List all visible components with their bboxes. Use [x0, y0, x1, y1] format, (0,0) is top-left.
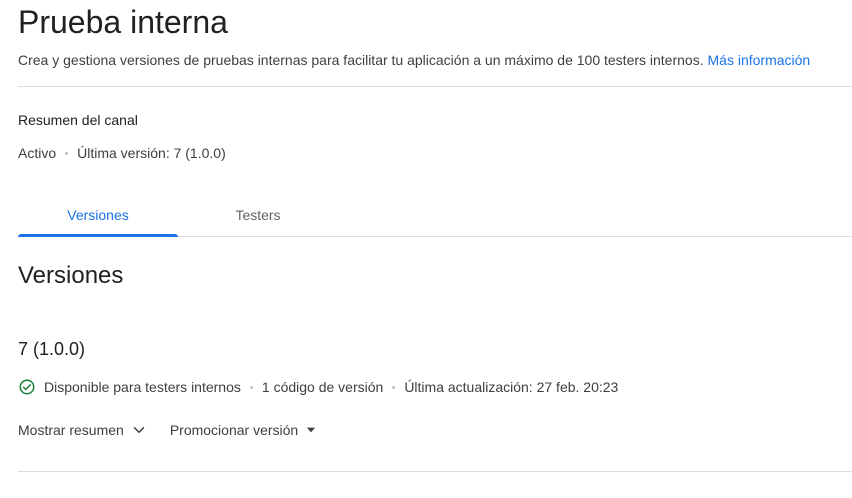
tab-bar: Versiones Testers: [18, 196, 852, 237]
release-name: 7 (1.0.0): [18, 339, 86, 359]
separator-dot: [392, 385, 396, 389]
release-last-updated: Última actualización: 27 feb. 20:23: [404, 379, 619, 395]
show-summary-label: Mostrar resumen: [18, 422, 124, 438]
separator-dot: [65, 151, 69, 155]
tab-versions-label: Versiones: [67, 207, 129, 223]
internal-testing-page: Prueba interna Crea y gestiona versiones…: [0, 0, 852, 498]
release-divider: [18, 471, 852, 472]
releases-heading: Versiones: [18, 262, 124, 289]
tab-testers[interactable]: Testers: [178, 196, 338, 234]
show-summary-button[interactable]: Mostrar resumen: [18, 419, 148, 441]
latest-version: Última versión: 7 (1.0.0): [77, 145, 226, 161]
release-version-codes: 1 código de versión: [261, 379, 384, 395]
channel-status: Activo: [18, 145, 57, 161]
release-actions: Mostrar resumen Promocionar versión: [18, 419, 318, 441]
active-tab-indicator: [18, 234, 178, 237]
chevron-down-icon: [133, 427, 145, 433]
check-circle-icon: [19, 379, 35, 395]
release-availability: Disponible para testers internos: [44, 379, 241, 395]
tab-versions[interactable]: Versiones: [18, 196, 178, 234]
separator-dot: [249, 385, 253, 389]
promote-release-button[interactable]: Promocionar versión: [170, 419, 318, 441]
page-title: Prueba interna: [18, 4, 228, 40]
dropdown-arrow-icon: [307, 427, 316, 433]
header-divider: [18, 86, 852, 87]
release-meta: Disponible para testers internos 1 códig…: [18, 377, 618, 397]
learn-more-link[interactable]: Más información: [708, 52, 811, 68]
description-text: Crea y gestiona versiones de pruebas int…: [18, 52, 704, 68]
page-description: Crea y gestiona versiones de pruebas int…: [18, 50, 810, 70]
channel-summary-status: Activo Última versión: 7 (1.0.0): [18, 143, 226, 163]
channel-summary-label: Resumen del canal: [18, 112, 138, 128]
promote-release-label: Promocionar versión: [169, 422, 299, 438]
tab-testers-label: Testers: [235, 207, 281, 223]
